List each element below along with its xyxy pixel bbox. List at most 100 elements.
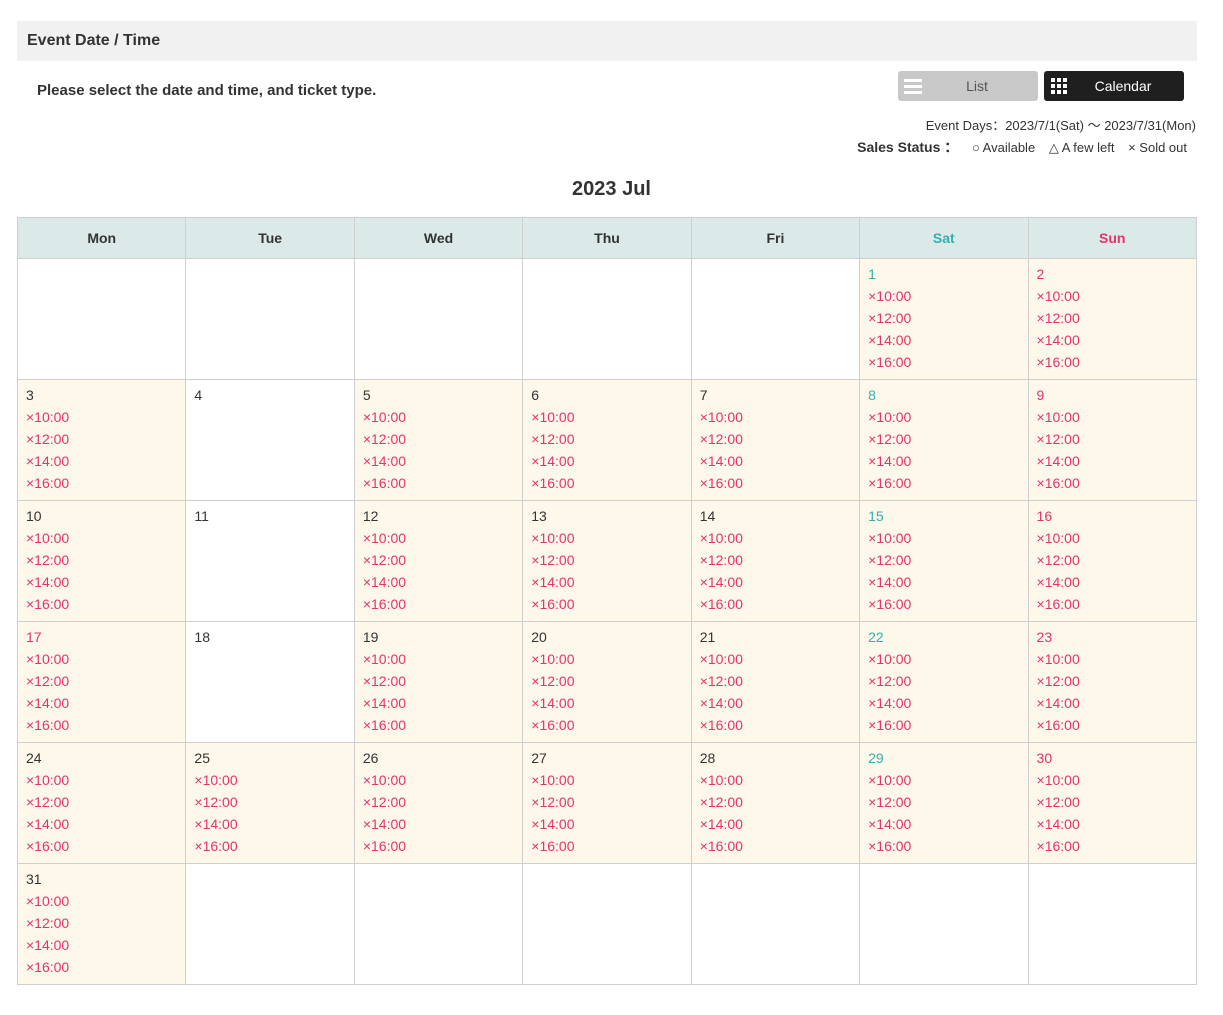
- time-slot[interactable]: ×12:00: [700, 553, 859, 575]
- time-slot[interactable]: ×10:00: [531, 773, 690, 795]
- calendar-day-cell[interactable]: 25 ×10:00 ×12:00 ×14:00 ×16:00: [185, 742, 355, 864]
- calendar-day-cell[interactable]: 7 ×10:00 ×12:00 ×14:00 ×16:00: [690, 379, 861, 501]
- time-slot[interactable]: ×16:00: [363, 718, 522, 740]
- time-slot[interactable]: ×10:00: [868, 531, 1027, 553]
- time-slot[interactable]: ×16:00: [868, 597, 1027, 619]
- calendar-day-cell[interactable]: 15 ×10:00 ×12:00 ×14:00 ×16:00: [859, 500, 1029, 622]
- time-slot[interactable]: ×12:00: [26, 916, 185, 938]
- time-slot[interactable]: ×10:00: [363, 773, 522, 795]
- calendar-day-cell[interactable]: 16 ×10:00 ×12:00 ×14:00 ×16:00: [1027, 500, 1198, 622]
- time-slot[interactable]: ×16:00: [26, 960, 185, 982]
- time-slot[interactable]: ×10:00: [531, 652, 690, 674]
- time-slot[interactable]: ×14:00: [1037, 696, 1196, 718]
- calendar-day-cell[interactable]: 30 ×10:00 ×12:00 ×14:00 ×16:00: [1027, 742, 1198, 864]
- time-slot[interactable]: ×14:00: [531, 817, 690, 839]
- time-slot[interactable]: ×12:00: [868, 311, 1027, 333]
- time-slot[interactable]: ×16:00: [700, 476, 859, 498]
- time-slot[interactable]: ×16:00: [363, 597, 522, 619]
- time-slot[interactable]: ×10:00: [194, 773, 353, 795]
- time-slot[interactable]: ×12:00: [26, 674, 185, 696]
- time-slot[interactable]: ×16:00: [194, 839, 353, 861]
- time-slot[interactable]: ×16:00: [531, 839, 690, 861]
- time-slot[interactable]: ×16:00: [26, 476, 185, 498]
- time-slot[interactable]: ×14:00: [1037, 333, 1196, 355]
- time-slot[interactable]: ×12:00: [1037, 674, 1196, 696]
- time-slot[interactable]: ×14:00: [868, 454, 1027, 476]
- calendar-day-cell[interactable]: 10 ×10:00 ×12:00 ×14:00 ×16:00: [16, 500, 187, 622]
- time-slot[interactable]: ×12:00: [363, 553, 522, 575]
- time-slot[interactable]: ×16:00: [700, 718, 859, 740]
- time-slot[interactable]: ×16:00: [531, 597, 690, 619]
- time-slot[interactable]: ×12:00: [1037, 432, 1196, 454]
- calendar-day-cell[interactable]: 21 ×10:00 ×12:00 ×14:00 ×16:00: [690, 621, 861, 743]
- time-slot[interactable]: ×10:00: [1037, 773, 1196, 795]
- time-slot[interactable]: ×10:00: [700, 652, 859, 674]
- time-slot[interactable]: ×14:00: [363, 454, 522, 476]
- calendar-day-cell[interactable]: 22 ×10:00 ×12:00 ×14:00 ×16:00: [859, 621, 1029, 743]
- time-slot[interactable]: ×14:00: [531, 696, 690, 718]
- time-slot[interactable]: ×12:00: [531, 553, 690, 575]
- time-slot[interactable]: ×14:00: [700, 817, 859, 839]
- time-slot[interactable]: ×10:00: [868, 410, 1027, 432]
- time-slot[interactable]: ×16:00: [26, 597, 185, 619]
- calendar-day-cell[interactable]: 5 ×10:00 ×12:00 ×14:00 ×16:00: [353, 379, 524, 501]
- calendar-day-cell[interactable]: 20 ×10:00 ×12:00 ×14:00 ×16:00: [522, 621, 692, 743]
- time-slot[interactable]: ×10:00: [26, 773, 185, 795]
- calendar-day-cell[interactable]: 26 ×10:00 ×12:00 ×14:00 ×16:00: [353, 742, 524, 864]
- calendar-day-cell[interactable]: 28 ×10:00 ×12:00 ×14:00 ×16:00: [690, 742, 861, 864]
- calendar-day-cell[interactable]: 29 ×10:00 ×12:00 ×14:00 ×16:00: [859, 742, 1029, 864]
- time-slot[interactable]: ×10:00: [868, 652, 1027, 674]
- calendar-day-cell[interactable]: 27 ×10:00 ×12:00 ×14:00 ×16:00: [522, 742, 692, 864]
- time-slot[interactable]: ×16:00: [26, 839, 185, 861]
- time-slot[interactable]: ×10:00: [868, 773, 1027, 795]
- time-slot[interactable]: ×12:00: [1037, 795, 1196, 817]
- list-view-button[interactable]: List: [898, 71, 1038, 101]
- time-slot[interactable]: ×16:00: [1037, 597, 1196, 619]
- time-slot[interactable]: ×16:00: [868, 476, 1027, 498]
- time-slot[interactable]: ×12:00: [531, 432, 690, 454]
- time-slot[interactable]: ×14:00: [194, 817, 353, 839]
- time-slot[interactable]: ×12:00: [700, 674, 859, 696]
- calendar-day-cell[interactable]: 31 ×10:00 ×12:00 ×14:00 ×16:00: [16, 863, 187, 985]
- time-slot[interactable]: ×14:00: [531, 454, 690, 476]
- time-slot[interactable]: ×10:00: [1037, 410, 1196, 432]
- time-slot[interactable]: ×10:00: [363, 410, 522, 432]
- time-slot[interactable]: ×16:00: [700, 839, 859, 861]
- time-slot[interactable]: ×10:00: [531, 410, 690, 432]
- time-slot[interactable]: ×14:00: [868, 817, 1027, 839]
- time-slot[interactable]: ×14:00: [26, 938, 185, 960]
- time-slot[interactable]: ×14:00: [868, 696, 1027, 718]
- time-slot[interactable]: ×14:00: [1037, 817, 1196, 839]
- time-slot[interactable]: ×14:00: [700, 575, 859, 597]
- time-slot[interactable]: ×10:00: [26, 410, 185, 432]
- time-slot[interactable]: ×16:00: [1037, 839, 1196, 861]
- calendar-day-cell[interactable]: 12 ×10:00 ×12:00 ×14:00 ×16:00: [353, 500, 524, 622]
- time-slot[interactable]: ×12:00: [868, 432, 1027, 454]
- time-slot[interactable]: ×16:00: [531, 476, 690, 498]
- time-slot[interactable]: ×14:00: [531, 575, 690, 597]
- time-slot[interactable]: ×12:00: [700, 432, 859, 454]
- time-slot[interactable]: ×12:00: [700, 795, 859, 817]
- time-slot[interactable]: ×10:00: [700, 410, 859, 432]
- time-slot[interactable]: ×14:00: [363, 696, 522, 718]
- time-slot[interactable]: ×16:00: [363, 476, 522, 498]
- time-slot[interactable]: ×14:00: [868, 333, 1027, 355]
- time-slot[interactable]: ×14:00: [868, 575, 1027, 597]
- time-slot[interactable]: ×12:00: [363, 795, 522, 817]
- time-slot[interactable]: ×14:00: [700, 696, 859, 718]
- calendar-day-cell[interactable]: 3 ×10:00 ×12:00 ×14:00 ×16:00: [16, 379, 187, 501]
- calendar-day-cell[interactable]: 19 ×10:00 ×12:00 ×14:00 ×16:00: [353, 621, 524, 743]
- time-slot[interactable]: ×10:00: [700, 773, 859, 795]
- time-slot[interactable]: ×10:00: [26, 894, 185, 916]
- time-slot[interactable]: ×14:00: [26, 817, 185, 839]
- time-slot[interactable]: ×12:00: [1037, 311, 1196, 333]
- time-slot[interactable]: ×12:00: [1037, 553, 1196, 575]
- time-slot[interactable]: ×12:00: [363, 674, 522, 696]
- time-slot[interactable]: ×10:00: [1037, 289, 1196, 311]
- time-slot[interactable]: ×14:00: [700, 454, 859, 476]
- time-slot[interactable]: ×10:00: [700, 531, 859, 553]
- time-slot[interactable]: ×16:00: [363, 839, 522, 861]
- time-slot[interactable]: ×10:00: [26, 652, 185, 674]
- time-slot[interactable]: ×16:00: [1037, 355, 1196, 377]
- time-slot[interactable]: ×16:00: [1037, 476, 1196, 498]
